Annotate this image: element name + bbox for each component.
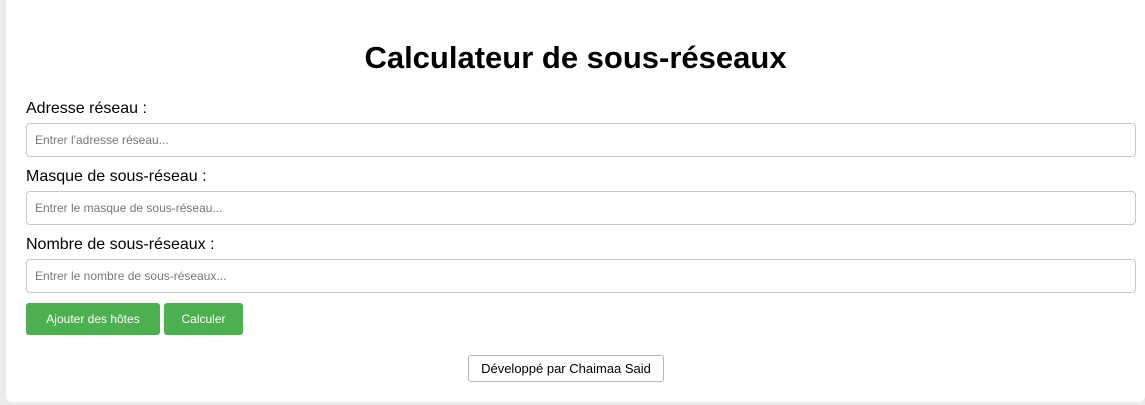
developer-credit-badge[interactable]: Développé par Chaimaa Said — [468, 355, 664, 382]
page-title: Calculateur de sous-réseaux — [364, 40, 787, 75]
network-address-label: Adresse réseau : — [26, 100, 147, 117]
subnet-count-input[interactable] — [26, 259, 1136, 293]
calculator-card: Calculateur de sous-réseaux Adresse rése… — [6, 0, 1145, 402]
subnet-mask-label: Masque de sous-réseau : — [26, 168, 207, 185]
network-address-input[interactable] — [26, 123, 1136, 157]
subnet-count-label: Nombre de sous-réseaux : — [26, 236, 215, 253]
calculate-button[interactable]: Calculer — [164, 303, 243, 335]
subnet-mask-input[interactable] — [26, 191, 1136, 225]
add-hosts-button[interactable]: Ajouter des hôtes — [26, 303, 160, 335]
